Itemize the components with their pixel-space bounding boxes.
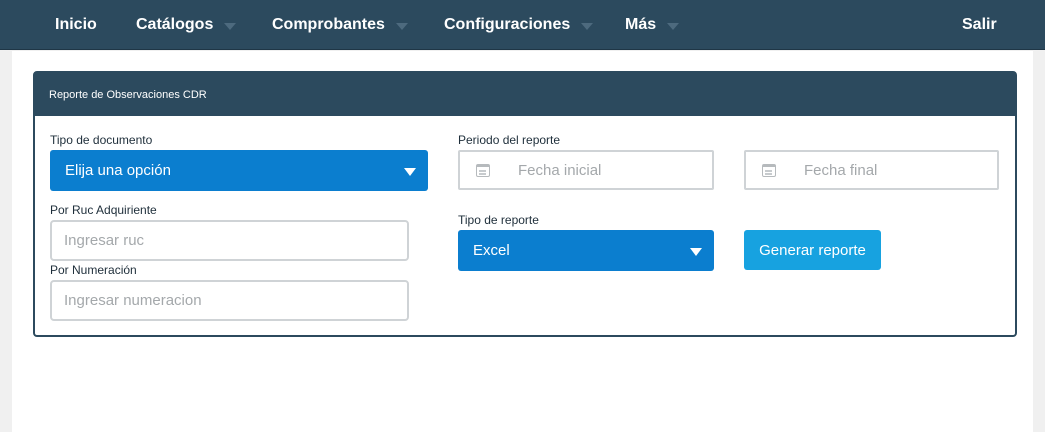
caret-down-icon [395, 23, 408, 30]
nav-item-inicio[interactable]: Inicio [55, 0, 97, 50]
nav-item-mas[interactable]: Más [625, 0, 680, 50]
report-type-selected: Excel [473, 242, 510, 259]
nav-item-configuraciones[interactable]: Configuraciones [444, 0, 594, 50]
document-type-selected: Elija una opción [65, 162, 171, 179]
calendar-icon [762, 164, 776, 177]
ruc-label: Por Ruc Adquiriente [50, 203, 157, 217]
ruc-input[interactable] [50, 220, 409, 261]
panel-title: Reporte de Observaciones CDR [49, 88, 207, 101]
nav-item-label: Más [625, 16, 657, 33]
caret-down-icon [581, 23, 594, 30]
generate-report-button[interactable]: Generar reporte [744, 230, 881, 270]
nav-item-label: Catálogos [136, 16, 214, 33]
logout-label: Salir [962, 16, 997, 33]
numeracion-input[interactable] [50, 280, 409, 321]
caret-down-icon [224, 23, 237, 30]
period-label: Periodo del reporte [458, 133, 561, 147]
start-date-input[interactable]: Fecha inicial [458, 150, 714, 190]
calendar-icon [476, 164, 490, 177]
caret-down-icon [667, 23, 680, 30]
nav-item-comprobantes[interactable]: Comprobantes [272, 0, 408, 50]
logout-link[interactable]: Salir [962, 0, 997, 50]
document-type-label: Tipo de documento [50, 133, 153, 147]
nav-item-label: Configuraciones [444, 16, 571, 33]
report-type-select[interactable]: Excel [458, 230, 714, 271]
top-navbar: Inicio Catálogos Comprobantes Configurac… [0, 0, 1045, 50]
nav-item-label: Inicio [55, 16, 97, 33]
start-date-placeholder: Fecha inicial [518, 162, 602, 179]
nav-item-catalogos[interactable]: Catálogos [136, 0, 237, 50]
report-type-label: Tipo de reporte [458, 213, 539, 227]
caret-down-icon [690, 248, 702, 256]
caret-down-icon [404, 168, 416, 176]
document-type-select[interactable]: Elija una opción [50, 150, 428, 191]
nav-item-label: Comprobantes [272, 16, 385, 33]
end-date-input[interactable]: Fecha final [744, 150, 999, 190]
panel-header: Reporte de Observaciones CDR [35, 73, 1015, 116]
end-date-placeholder: Fecha final [804, 162, 878, 179]
numeracion-label: Por Numeración [50, 263, 137, 277]
